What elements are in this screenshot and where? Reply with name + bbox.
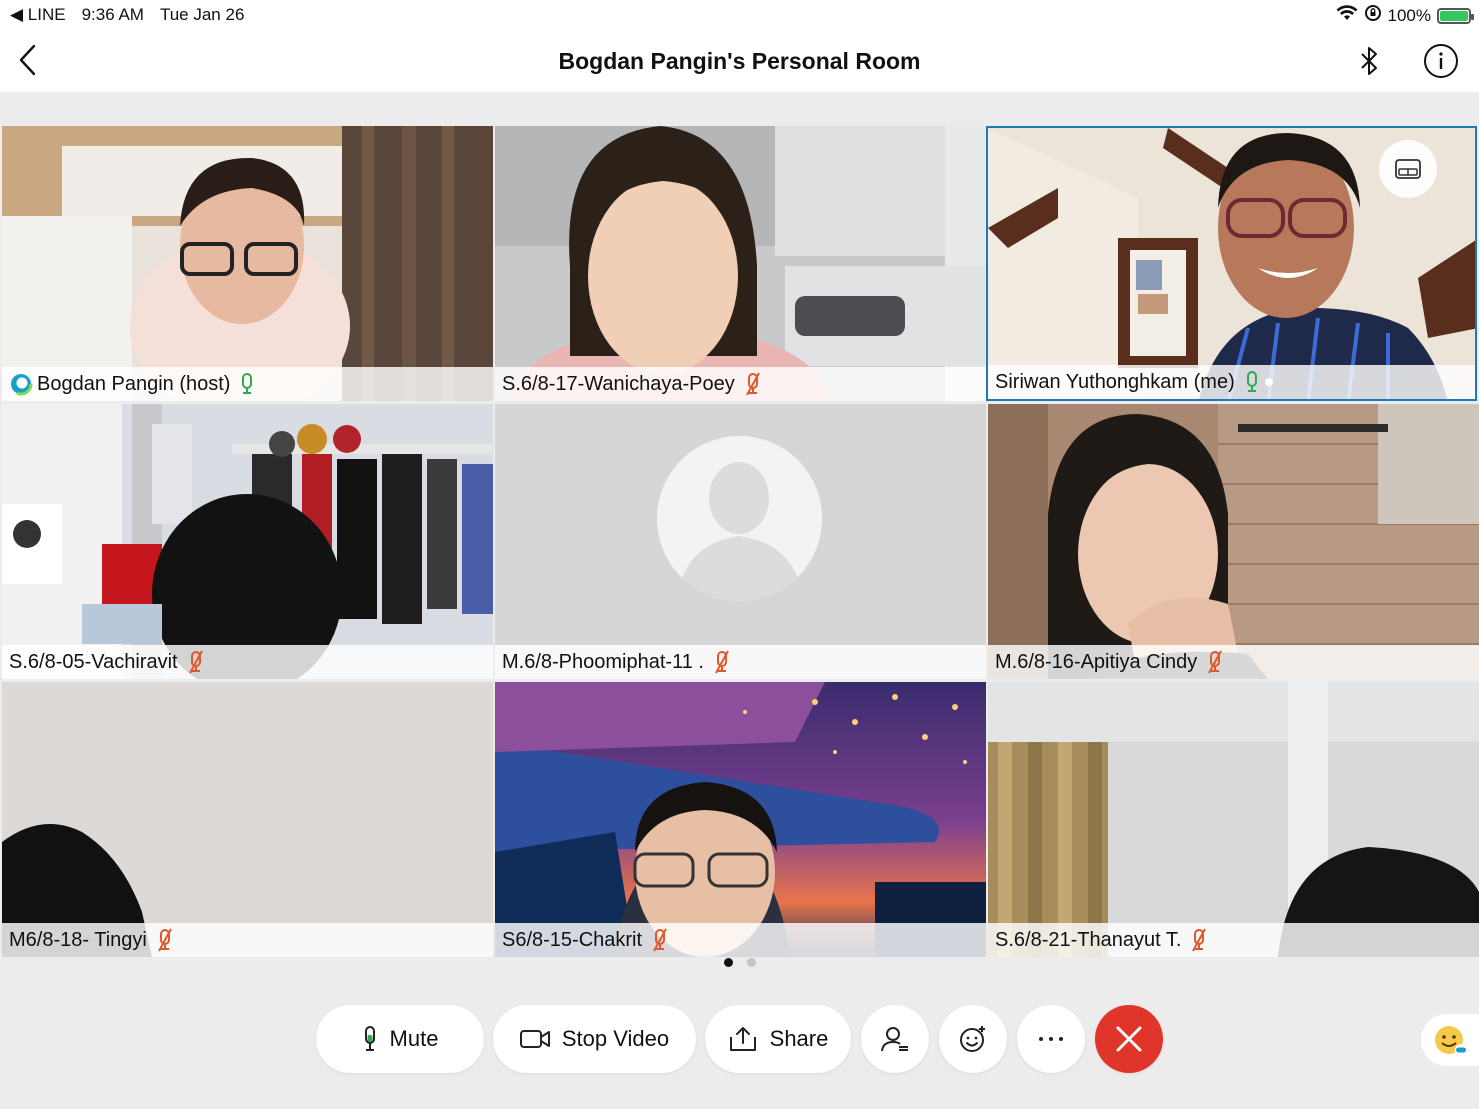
mute-button[interactable]: Mute	[316, 1005, 484, 1073]
back-to-app-link[interactable]: ◀ LINE	[10, 5, 66, 25]
close-icon	[1116, 1026, 1142, 1052]
speaking-indicator-dot	[1264, 378, 1273, 386]
microphone-muted-icon	[1191, 928, 1207, 952]
meeting-toolbar: Mute Stop Video Share	[0, 1005, 1479, 1075]
battery-percent: 100%	[1387, 5, 1431, 25]
meeting-header: Bogdan Pangin's Personal Room	[0, 30, 1479, 92]
status-right: 100%	[1336, 4, 1474, 27]
participant-video	[2, 404, 493, 679]
participant-video	[495, 682, 986, 957]
participant-name: M.6/8-Phoomiphat-11 .	[502, 650, 704, 673]
microphone-muted-icon	[745, 372, 761, 396]
participant-tile[interactable]: Bogdan Pangin (host)	[2, 126, 493, 401]
participant-tile[interactable]: M.6/8-16-Apitiya Cindy	[988, 404, 1479, 679]
microphone-on-icon	[1245, 370, 1259, 394]
participant-tile[interactable]: S.6/8-05-Vachiravit	[2, 404, 493, 679]
default-avatar-icon	[657, 436, 822, 601]
participant-tile[interactable]: S6/8-15-Chakrit	[495, 682, 986, 957]
assistive-emoji-button[interactable]	[1421, 1014, 1479, 1066]
participant-name-bar: Siriwan Yuthonghkam (me)	[988, 365, 1475, 399]
stop-video-label: Stop Video	[561, 1026, 670, 1051]
page-dot[interactable]	[746, 958, 756, 967]
participant-name-bar: M6/8-18- Tingyi	[2, 923, 493, 957]
participant-name-bar: S.6/8-17-Wanichaya-Poey	[495, 367, 986, 401]
participant-video	[495, 126, 986, 401]
wifi-icon	[1336, 5, 1358, 26]
avatar	[657, 436, 822, 601]
participants-button[interactable]	[861, 1005, 929, 1073]
participant-name-bar: M.6/8-16-Apitiya Cindy	[988, 645, 1479, 679]
ellipsis-icon	[1039, 1037, 1063, 1041]
participant-name: M6/8-18- Tingyi	[9, 928, 147, 951]
participant-name-bar: M.6/8-Phoomiphat-11 .	[495, 645, 986, 679]
participant-name: M.6/8-16-Apitiya Cindy	[995, 650, 1198, 673]
status-bar: ◀ LINE 9:36 AM Tue Jan 26 100%	[0, 0, 1479, 30]
participant-tile[interactable]: S.6/8-17-Wanichaya-Poey	[495, 126, 986, 401]
participant-video	[2, 682, 493, 957]
microphone-icon	[364, 1026, 375, 1051]
info-icon[interactable]	[1423, 43, 1459, 79]
battery-icon	[1437, 7, 1474, 24]
participant-tile[interactable]: M.6/8-Phoomiphat-11 .	[495, 404, 986, 679]
share-label: Share	[769, 1026, 829, 1051]
participant-tile[interactable]: M6/8-18- Tingyi	[2, 682, 493, 957]
minimize-video-icon	[1395, 159, 1421, 179]
microphone-muted-icon	[714, 650, 730, 674]
participant-name: S.6/8-21-Thanayut T.	[995, 928, 1182, 951]
bluetooth-icon[interactable]	[1354, 43, 1384, 79]
participant-video	[988, 682, 1479, 957]
page-title: Bogdan Pangin's Personal Room	[558, 48, 921, 74]
participant-name: S6/8-15-Chakrit	[502, 928, 643, 951]
participant-name-bar: Bogdan Pangin (host)	[2, 367, 493, 401]
microphone-on-icon	[240, 372, 254, 396]
participant-video	[988, 404, 1479, 679]
status-left: ◀ LINE 9:36 AM Tue Jan 26	[10, 5, 260, 25]
participant-name: S.6/8-05-Vachiravit	[9, 650, 178, 673]
participant-name-bar: S.6/8-21-Thanayut T.	[988, 923, 1479, 957]
microphone-muted-icon	[652, 928, 668, 952]
emoji-reaction-icon	[960, 1026, 985, 1052]
smiley-icon	[1435, 1026, 1467, 1056]
picture-in-picture-button[interactable]	[1379, 140, 1437, 198]
page-dot-active[interactable]	[723, 958, 733, 967]
reactions-button[interactable]	[939, 1005, 1007, 1073]
participant-name: S.6/8-17-Wanichaya-Poey	[502, 372, 735, 395]
rotation-lock-icon	[1364, 4, 1382, 27]
participant-tile-self[interactable]: Siriwan Yuthonghkam (me)	[986, 126, 1477, 401]
share-icon	[729, 1027, 756, 1051]
participant-name-bar: S.6/8-05-Vachiravit	[2, 645, 493, 679]
status-time: 9:36 AM	[81, 5, 144, 24]
microphone-muted-icon	[157, 928, 173, 952]
page-indicator[interactable]	[0, 958, 1479, 972]
participant-name: Bogdan Pangin (host)	[37, 372, 231, 395]
participant-name-bar: S6/8-15-Chakrit	[495, 923, 986, 957]
host-badge-icon	[9, 372, 33, 396]
participant-video	[2, 126, 493, 401]
participant-tile[interactable]: S.6/8-21-Thanayut T.	[988, 682, 1479, 957]
mute-label: Mute	[389, 1026, 439, 1051]
microphone-muted-icon	[188, 650, 204, 674]
more-options-button[interactable]	[1017, 1005, 1085, 1073]
video-grid: Bogdan Pangin (host) S.6/8-17-Wanichaya-…	[0, 126, 1479, 957]
share-button[interactable]: Share	[705, 1005, 851, 1073]
participant-name: Siriwan Yuthonghkam (me)	[995, 370, 1235, 393]
microphone-muted-icon	[1207, 650, 1223, 674]
end-meeting-button[interactable]	[1095, 1005, 1163, 1073]
stop-video-button[interactable]: Stop Video	[493, 1005, 696, 1073]
video-camera-icon	[519, 1030, 550, 1048]
participants-icon	[881, 1027, 908, 1052]
status-date: Tue Jan 26	[159, 5, 245, 24]
